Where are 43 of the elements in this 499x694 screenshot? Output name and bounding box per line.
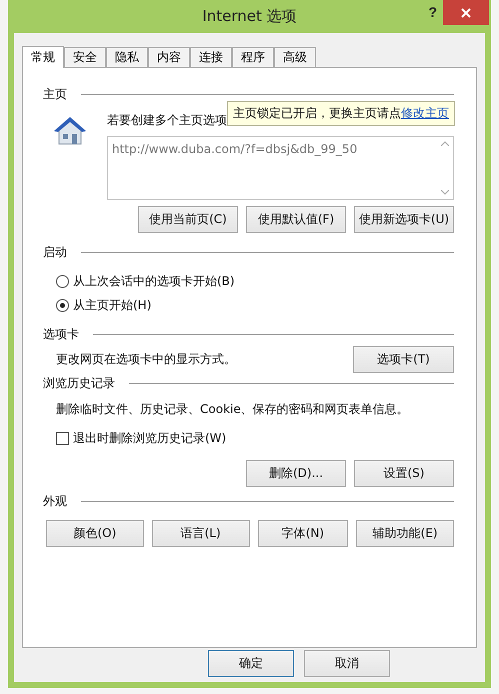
button[interactable]: 辅助功能(E) [356, 520, 454, 547]
radio-label: 从主页开始(H) [73, 296, 152, 314]
tab[interactable]: 内容 [148, 47, 190, 67]
close-icon [461, 8, 471, 18]
button[interactable]: 删除(D)... [246, 460, 346, 487]
checkbox[interactable] [56, 432, 69, 444]
button[interactable]: 选项卡(T) [353, 346, 454, 373]
checkbox-label: 退出时删除浏览历史记录(W) [73, 430, 226, 446]
tab[interactable]: 安全 [64, 47, 106, 67]
close-button[interactable] [443, 0, 489, 25]
tab[interactable]: 程序 [232, 47, 274, 67]
tooltip-link[interactable]: 修改主页 [401, 106, 449, 120]
radio-button[interactable] [56, 274, 69, 288]
button[interactable]: 确定 [208, 650, 294, 677]
description-text: 若要创建多个主页选项 [107, 112, 227, 129]
radio-label: 从上次会话中的选项卡开始(B) [73, 272, 235, 290]
scroll-up-icon [440, 141, 448, 146]
radio-button[interactable] [56, 298, 69, 312]
button[interactable]: 语言(L) [152, 520, 250, 547]
button[interactable]: 字体(N) [258, 520, 348, 547]
scroll-down-icon [440, 190, 448, 195]
house-icon [53, 116, 87, 146]
help-button[interactable]: ? [424, 4, 441, 20]
description-text: 更改网页在选项卡中的显示方式。 [56, 351, 236, 368]
section-heading: 浏览历史记录 [43, 374, 115, 392]
window-title: Internet 选项 [202, 7, 297, 26]
button[interactable]: 使用新选项卡(U) [354, 206, 454, 233]
tooltip-text: 主页锁定已开启，更换主页请点 [233, 106, 401, 120]
section-heading: 外观 [43, 492, 67, 510]
description-text: 删除临时文件、历史记录、Cookie、保存的密码和网页表单信息。 [56, 401, 409, 418]
section-heading: 启动 [43, 244, 67, 260]
tab[interactable]: 隐私 [106, 47, 148, 67]
button[interactable]: 颜色(O) [46, 520, 144, 547]
tab[interactable]: 常规 [22, 46, 64, 68]
button[interactable]: 取消 [304, 650, 390, 677]
button[interactable]: 使用当前页(C) [138, 206, 238, 233]
tab[interactable]: 高级 [274, 47, 316, 67]
section-heading: 主页 [43, 86, 67, 102]
button[interactable]: 设置(S) [354, 460, 454, 487]
button[interactable]: 使用默认值(F) [246, 206, 346, 233]
home-page-field[interactable]: http://www.duba.com/?f=dbsj&db_99_50 [107, 136, 454, 200]
tab[interactable]: 连接 [190, 47, 232, 67]
section-heading: 选项卡 [43, 326, 79, 342]
